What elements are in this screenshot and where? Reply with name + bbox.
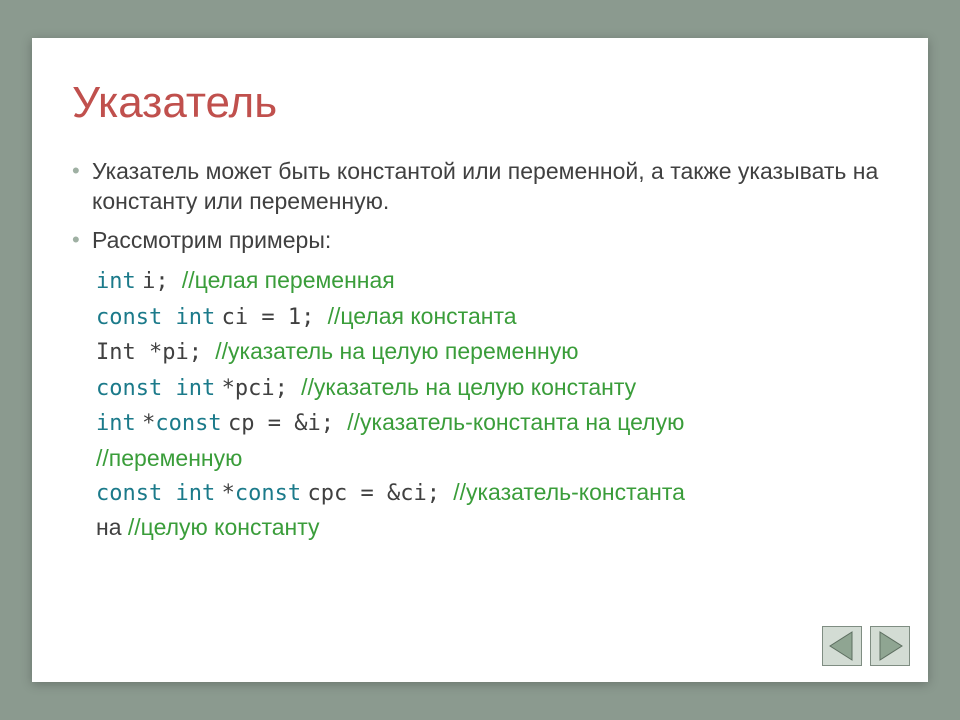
comment: //целую константу: [128, 514, 320, 540]
prev-button[interactable]: [822, 626, 862, 666]
kw-const-int: const int: [96, 376, 215, 401]
code-line-1: int i; //целая переменная: [96, 263, 888, 299]
code-text: cp = &i;: [228, 411, 347, 436]
bullet-examples-intro: Рассмотрим примеры:: [72, 225, 888, 255]
code-text: *pci;: [222, 376, 301, 401]
code-line-5b: //переменную: [96, 441, 888, 475]
code-text: ci = 1;: [222, 305, 328, 330]
kw-const-int: const int: [96, 305, 215, 330]
comment-prefix: на: [96, 514, 128, 540]
code-line-6b: на //целую константу: [96, 510, 888, 544]
code-text: i;: [142, 269, 182, 294]
kw-const: const: [235, 481, 301, 506]
bullet-definition: Указатель может быть константой или пере…: [72, 156, 888, 217]
code-line-6: const int *const cpc = &ci; //указатель-…: [96, 475, 888, 511]
kw-int: int: [96, 411, 136, 436]
kw-const: const: [155, 411, 221, 436]
code-line-5: int *const cp = &i; //указатель-констант…: [96, 405, 888, 441]
comment: //целая переменная: [182, 267, 395, 293]
slide-body: Указатель может быть константой или пере…: [72, 156, 888, 255]
comment: //указатель на целую константу: [301, 374, 636, 400]
slide-title: Указатель: [72, 78, 888, 128]
arrow-right-icon: [870, 626, 910, 666]
comment: //переменную: [96, 445, 242, 471]
comment: //целая константа: [328, 303, 517, 329]
code-examples: int i; //целая переменная const int ci =…: [72, 263, 888, 544]
slide-stage: Указатель Указатель может быть константо…: [0, 0, 960, 720]
comment: //указатель на целую переменную: [215, 338, 578, 364]
arrow-left-icon: [822, 626, 862, 666]
next-button[interactable]: [870, 626, 910, 666]
code-text: Int *pi;: [96, 340, 215, 365]
kw-const-int: const int: [96, 481, 215, 506]
slide-card: Указатель Указатель может быть константо…: [32, 38, 928, 682]
comment: //указатель-константа: [453, 479, 685, 505]
comment: //указатель-константа на целую: [347, 409, 684, 435]
nav-controls: [822, 626, 910, 666]
code-line-4: const int *pci; //указатель на целую кон…: [96, 370, 888, 406]
code-line-3: Int *pi; //указатель на целую переменную: [96, 334, 888, 370]
code-line-2: const int ci = 1; //целая константа: [96, 299, 888, 335]
code-text: cpc = &ci;: [307, 481, 453, 506]
code-text: *: [142, 411, 155, 436]
kw-int: int: [96, 269, 136, 294]
code-text: *: [222, 481, 235, 506]
